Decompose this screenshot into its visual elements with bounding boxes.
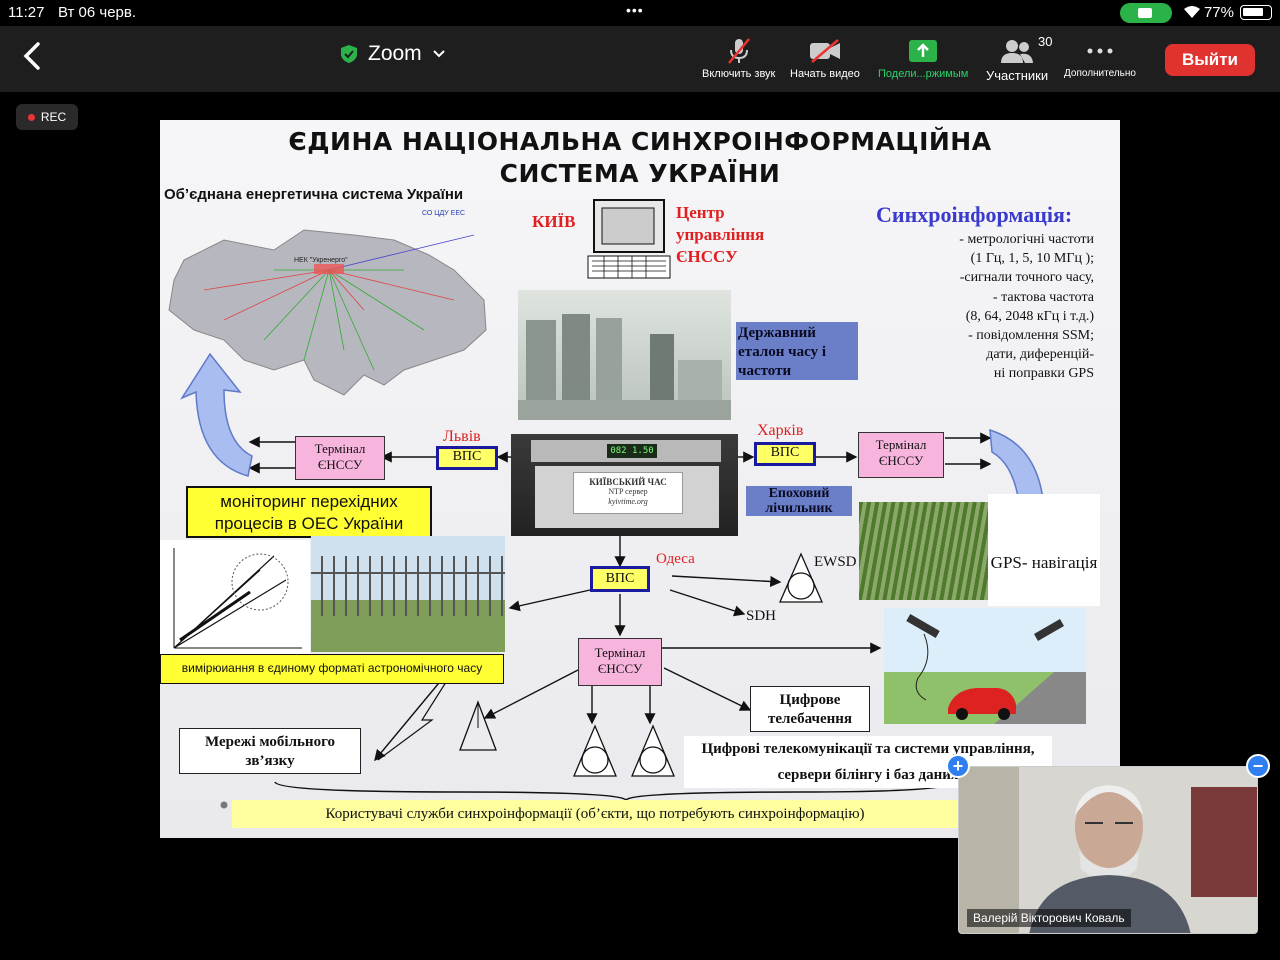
center-line2: управління: [676, 225, 765, 244]
rec-label: REC: [40, 110, 67, 124]
sync-info-list: - метрологічні частоти (1 Гц, 1, 5, 10 М…: [908, 230, 1094, 384]
leave-meeting-button[interactable]: Выйти: [1165, 44, 1255, 76]
users-label: Користувачі служби синхроінформації (об’…: [232, 800, 958, 828]
server-room-photo: [518, 290, 731, 420]
more-dots-icon: [1087, 48, 1113, 54]
kyiv-label: КИЇВ: [532, 212, 576, 231]
shield-check-icon: [341, 45, 357, 63]
terminal-lviv: Термінал ЄНССУ: [295, 436, 385, 480]
participants-label: Участники: [986, 68, 1049, 83]
unmute-label: Включить звук: [702, 68, 776, 80]
vps-lviv: ВПС: [436, 446, 498, 470]
ntp-server-photo: 082 1.50 КИЇВСЬКИЙ ЧАС NTP сервер kyivti…: [511, 434, 738, 536]
share-content-button[interactable]: Подели...ржимым: [878, 34, 968, 80]
recording-badge: REC: [16, 104, 78, 130]
unmute-button[interactable]: Включить звук: [702, 34, 775, 80]
app-title: Zoom: [368, 42, 422, 65]
telecom-node-icon: [631, 724, 675, 777]
sync-item: (1 Гц, 1, 5, 10 МГц );: [970, 251, 1094, 267]
ewsd-label: EWSD: [814, 554, 857, 570]
status-bar: 11:27 Вт 06 черв. ••• 77%: [0, 0, 1280, 26]
participants-count: 30: [1038, 34, 1053, 49]
meeting-toolbar: Zoom Включить звук Начать видео Подели..…: [0, 26, 1280, 92]
computer-terminal-icon: [587, 199, 671, 279]
sync-item: -сигнали точного часу,: [959, 270, 1094, 286]
muted-microphone-icon: [727, 38, 750, 64]
start-video-label: Начать видео: [790, 68, 860, 80]
participant-video-tile[interactable]: Валерій Вікторович Коваль: [958, 766, 1258, 934]
map-caption: Об’єднана енергетична система України: [164, 186, 464, 203]
vps-kharkiv: ВПС: [754, 442, 816, 466]
kharkiv-label: Харків: [757, 422, 804, 439]
more-label: Дополнительно: [1064, 68, 1136, 79]
kyiv-time-label: КИЇВСЬКИЙ ЧАС: [589, 477, 667, 487]
terminal-kharkiv: Термінал ЄНССУ: [858, 432, 944, 478]
map-center-label: НЕК "Укренерго": [294, 257, 348, 264]
mobile-antenna-icon: [459, 700, 497, 751]
back-chevron-icon[interactable]: [18, 38, 48, 74]
sync-item: - метрологічні частоти: [959, 232, 1094, 247]
participant-name: Валерій Вікторович Коваль: [967, 909, 1131, 927]
ntp-site-label: kyivtime.org: [608, 497, 648, 506]
ntp-server-label: NTP сервер: [608, 487, 648, 496]
upward-curved-arrow-icon: [180, 352, 253, 477]
wifi-icon: [1184, 6, 1200, 18]
satellite-navigation-image: [884, 608, 1086, 724]
sync-item: дати, диференцій-: [986, 347, 1094, 363]
participants-button[interactable]: 30 Участники: [986, 34, 1053, 83]
status-date: Вт 06 черв.: [58, 4, 137, 21]
sync-info-title: Синхроінформація:: [876, 202, 1073, 227]
gps-navigation-label: GPS- навігація: [988, 494, 1100, 606]
center-line1: Центр: [676, 203, 725, 222]
minimize-tile-button[interactable]: −: [1246, 754, 1270, 778]
chevron-down-icon: [432, 50, 445, 58]
video-off-icon: [809, 39, 840, 63]
terminal-odesa: Термінал ЄНССУ: [578, 638, 662, 686]
share-screen-icon: [909, 40, 938, 62]
vps-odesa: ВПС: [590, 566, 650, 592]
participants-icon: [1001, 40, 1034, 63]
start-video-button[interactable]: Начать видео: [790, 34, 860, 80]
state-standard-label: Державний еталон часу і частоти: [736, 322, 858, 380]
multitasking-dots[interactable]: •••: [626, 2, 644, 18]
meeting-title[interactable]: Zoom: [340, 42, 446, 66]
share-label: Подели...ржимым: [878, 68, 969, 80]
satellite-car-icon: [906, 614, 1086, 724]
shared-slide: ЄДИНА НАЦІОНАЛЬНА СИНХРОІНФОРМАЦІЙНА СИС…: [160, 120, 1120, 838]
telecom-node-icon: [573, 724, 617, 777]
mobile-networks-label: Мережі мобільного зв’язку: [179, 728, 361, 774]
battery-percent: 77%: [1203, 4, 1234, 21]
odesa-label: Одеса: [656, 551, 695, 567]
ntp-label-plate: КИЇВСЬКИЙ ЧАС NTP сервер kyivtime.org: [573, 472, 683, 514]
field-photo: [859, 502, 989, 600]
sync-item: - повідомлення SSM;: [968, 328, 1094, 344]
digital-tv-label: Цифрове телебачення: [750, 686, 870, 732]
lviv-label: Львів: [443, 428, 481, 445]
center-line3: ЄНССУ: [676, 247, 738, 266]
substation-photo: [311, 536, 505, 652]
sync-item: (8, 64, 2048 кГц і т.д.): [965, 308, 1094, 324]
add-tile-button[interactable]: +: [946, 754, 970, 778]
more-button[interactable]: Дополнительно: [1064, 34, 1136, 79]
clock-display: 082 1.50: [607, 444, 657, 458]
sdh-label: SDH: [746, 608, 777, 624]
monitoring-label: моніторинг перехідних процесів в ОЕС Укр…: [186, 486, 432, 538]
phasor-diagram-icon: [160, 540, 310, 654]
telecom-line1: Цифрові телекомунікації та системи управ…: [701, 741, 1035, 757]
epoch-counter-label: Епоховий лічильник: [746, 486, 852, 516]
camera-indicator-icon: [1120, 3, 1172, 23]
rec-dot-icon: [27, 113, 35, 121]
battery-icon: [1240, 5, 1272, 20]
status-time: 11:27: [8, 4, 45, 21]
sync-item: ні поправки GPS: [993, 366, 1094, 382]
sync-item: - тактова частота: [992, 289, 1094, 305]
measuring-label: вимірюиання в єдиному форматі астрономіч…: [160, 654, 504, 684]
control-center-label: Центр управління ЄНССУ: [676, 202, 764, 268]
